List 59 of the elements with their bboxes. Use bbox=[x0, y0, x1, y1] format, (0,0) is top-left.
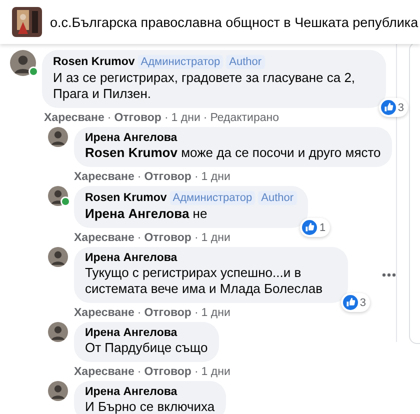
comment-text: И аз се регистрирах, градовете за гласуване са 2, Прага и Пилзен. bbox=[53, 70, 356, 102]
separator-dot: · bbox=[203, 112, 208, 124]
like-icon bbox=[342, 295, 358, 310]
author-name[interactable]: Rosen Krumov bbox=[53, 56, 135, 68]
comment-text: Rosen Krumov може да се посочи и друго място bbox=[85, 145, 381, 161]
like-icon bbox=[302, 220, 318, 235]
separator-dot: · bbox=[137, 170, 142, 182]
author-name[interactable]: Rosen Krumov bbox=[85, 192, 167, 204]
reaction-number: 3 bbox=[360, 296, 366, 308]
action-link[interactable]: Отговор bbox=[144, 366, 192, 378]
author-name[interactable]: Ирена Ангелова bbox=[85, 327, 178, 339]
reaction-number: 1 bbox=[319, 222, 326, 234]
like-icon bbox=[380, 100, 396, 115]
separator-dot: · bbox=[107, 112, 112, 124]
role-badge: Author bbox=[226, 55, 265, 69]
avatar[interactable] bbox=[48, 322, 68, 342]
action-link[interactable]: Харесване bbox=[74, 170, 134, 182]
author-name[interactable]: Ирена Ангелова bbox=[85, 252, 178, 264]
action-link[interactable]: Харесване bbox=[44, 112, 104, 124]
separator-dot: · bbox=[137, 306, 142, 318]
action-link[interactable]: Отговор bbox=[144, 170, 192, 182]
avatar[interactable] bbox=[10, 50, 36, 76]
avatar[interactable] bbox=[48, 127, 68, 147]
comment-time[interactable]: 1 дни bbox=[201, 366, 230, 378]
reaction-number: 3 bbox=[398, 102, 404, 114]
more-icon[interactable] bbox=[382, 273, 396, 277]
group-title[interactable]: о.с.Българска православна общност в Чешката република bbox=[50, 14, 418, 30]
action-link[interactable]: Отговор bbox=[114, 112, 162, 124]
author-name[interactable]: Ирена Ангелова bbox=[85, 132, 178, 144]
comment-text: От Пардубице също bbox=[85, 340, 208, 356]
separator-dot: · bbox=[137, 232, 142, 244]
comment-text: Ирена Ангелова не bbox=[85, 206, 208, 222]
role-badge: Администратор bbox=[170, 191, 256, 205]
action-link[interactable]: Харесване bbox=[74, 306, 134, 318]
avatar[interactable] bbox=[48, 247, 68, 267]
separator-dot: · bbox=[194, 306, 198, 318]
action-link[interactable]: Харесване bbox=[74, 366, 134, 378]
separator-dot: · bbox=[194, 232, 198, 244]
author-name[interactable]: Ирена Ангелова bbox=[85, 386, 178, 398]
action-link[interactable]: Отговор bbox=[144, 232, 192, 244]
reaction-count[interactable]: 1 bbox=[300, 218, 330, 237]
action-link[interactable]: Отговор bbox=[144, 306, 192, 318]
action-link[interactable]: Харесване bbox=[74, 232, 134, 244]
role-badge: Администратор bbox=[138, 55, 224, 69]
comment-time[interactable]: 1 дни bbox=[171, 112, 200, 124]
comment-text: Тукущо с регистрирах успешно...и в системата вече има и Млада Болеслав bbox=[85, 265, 324, 297]
reaction-count[interactable]: 3 bbox=[340, 293, 370, 312]
reaction-count[interactable]: 3 bbox=[378, 98, 408, 117]
role-badge: Author bbox=[258, 191, 297, 205]
comment-time[interactable]: 1 дни bbox=[201, 232, 230, 244]
separator-dot: · bbox=[164, 112, 168, 124]
comment-time[interactable]: 1 дни bbox=[201, 170, 230, 182]
separator-dot: · bbox=[194, 366, 198, 378]
comment-text: И Бърно се включиха bbox=[85, 399, 215, 414]
comment-time[interactable]: 1 дни bbox=[201, 306, 230, 318]
avatar[interactable] bbox=[48, 381, 68, 401]
separator-dot: · bbox=[194, 170, 198, 182]
separator-dot: · bbox=[137, 366, 142, 378]
edited-label: Редактирано bbox=[210, 112, 280, 124]
